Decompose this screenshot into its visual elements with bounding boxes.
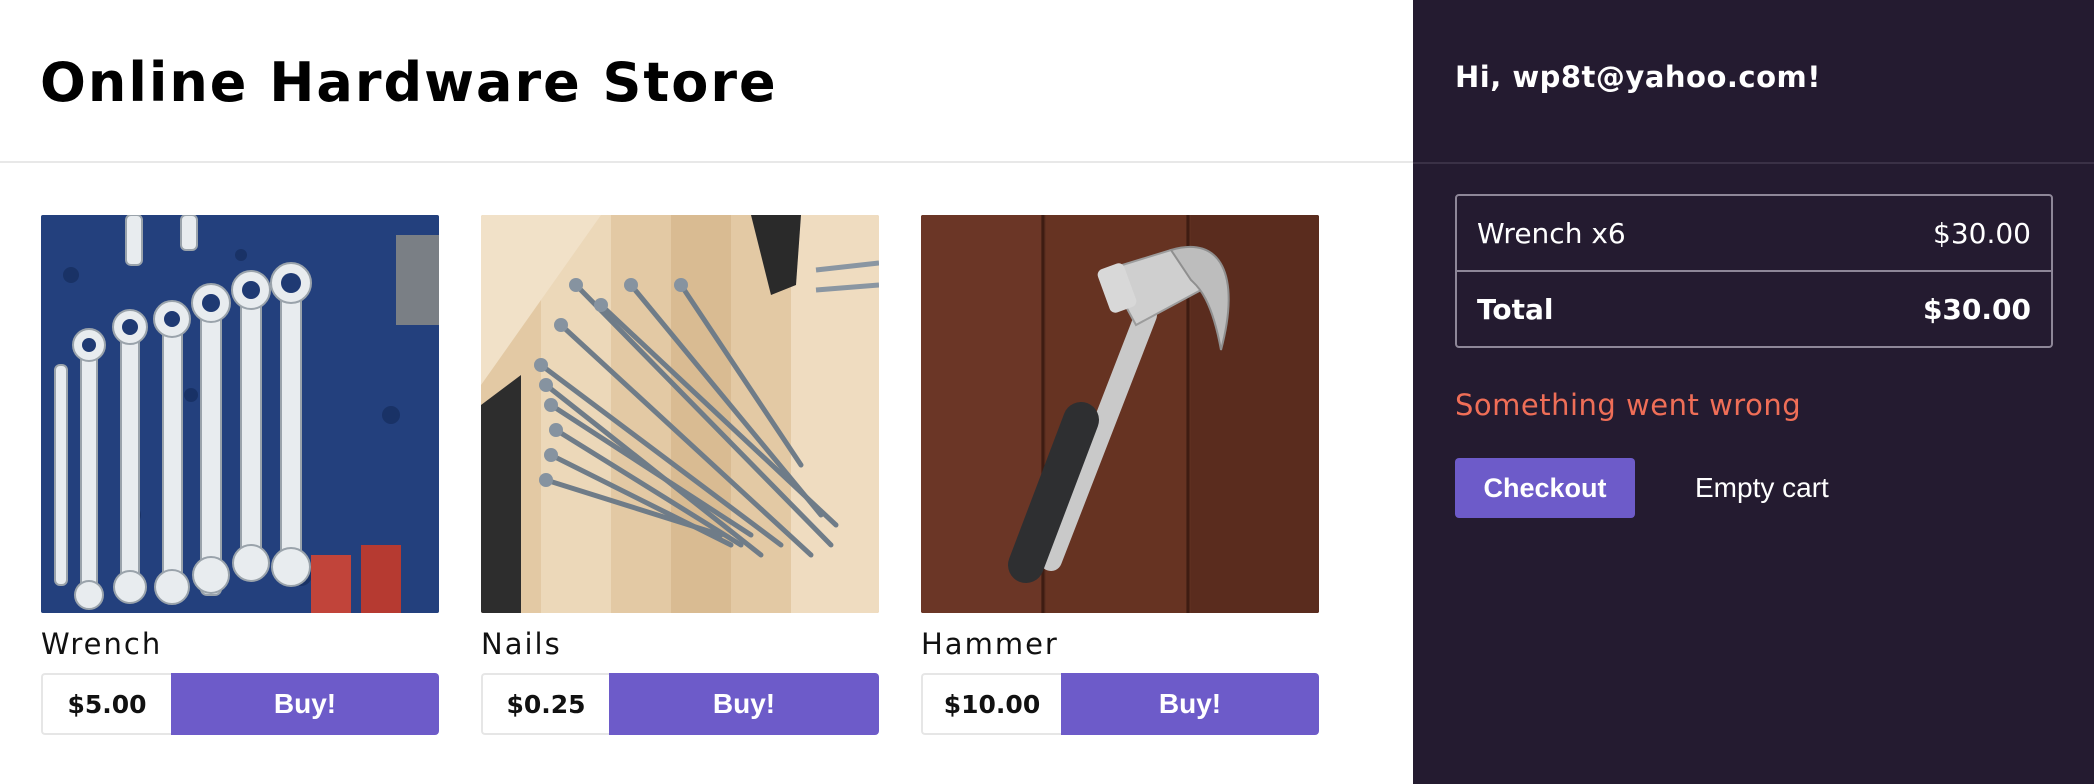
product-card-wrench: Wrench $5.00 Buy! [41,215,439,735]
buy-row: $0.25 Buy! [481,673,879,735]
empty-cart-button[interactable]: Empty cart [1675,458,1849,518]
wrench-photo[interactable] [41,215,439,613]
price-label: $0.25 [481,673,609,735]
page-title: Online Hardware Store [40,51,778,114]
product-card-hammer: Hammer $10.00 Buy! [921,215,1319,735]
store-header: Online Hardware Store [0,3,1413,163]
price-label: $10.00 [921,673,1061,735]
product-name: Wrench [41,627,163,661]
product-name: Hammer [921,627,1059,661]
checkout-button[interactable]: Checkout [1455,458,1635,518]
buy-wrench-button[interactable]: Buy! [171,673,439,735]
product-card-nails: Nails $0.25 Buy! [481,215,879,735]
cart-item-label: Wrench x6 [1477,216,1626,250]
buy-nails-button[interactable]: Buy! [609,673,879,735]
cart-total-row: Total $30.00 [1457,270,2051,346]
nails-photo[interactable] [481,215,879,613]
product-name: Nails [481,627,562,661]
buy-row: $10.00 Buy! [921,673,1319,735]
store-main: Online Hardware Store Wrench $5.00 Buy! … [0,0,1413,784]
cart-table: Wrench x6 $30.00 Total $30.00 [1455,194,2053,348]
cart-item-row: Wrench x6 $30.00 [1457,196,2051,270]
cart-total-amount: $30.00 [1922,292,2031,326]
price-label: $5.00 [41,673,171,735]
cart-header: Hi, wp8t@yahoo.com! [1413,0,2094,164]
cart-sidebar: Hi, wp8t@yahoo.com! Wrench x6 $30.00 Tot… [1413,0,2094,784]
error-message: Something went wrong [1455,388,1802,422]
buy-row: $5.00 Buy! [41,673,439,735]
cart-item-amount: $30.00 [1933,216,2031,250]
buy-hammer-button[interactable]: Buy! [1061,673,1319,735]
user-greeting: Hi, wp8t@yahoo.com! [1455,60,1821,94]
hammer-photo[interactable] [921,215,1319,613]
cart-total-label: Total [1477,292,1554,326]
